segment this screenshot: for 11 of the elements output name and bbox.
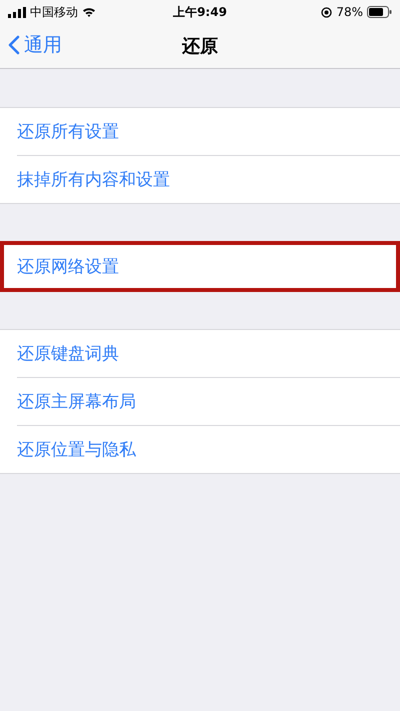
clock: 上午9:49 — [173, 4, 227, 20]
signal-icon — [8, 6, 26, 18]
wifi-icon — [82, 7, 96, 17]
battery-icon — [367, 6, 392, 18]
highlighted-settings-row[interactable]: 还原网络设置 — [0, 241, 400, 292]
chevron-left-icon — [8, 35, 20, 55]
carrier: 中国移动 — [30, 4, 78, 20]
page-title: 还原 — [182, 35, 218, 58]
rotation-lock-icon — [321, 6, 332, 18]
back-button[interactable]: 通用 — [8, 32, 62, 58]
battery-percent: 78% — [336, 5, 364, 19]
